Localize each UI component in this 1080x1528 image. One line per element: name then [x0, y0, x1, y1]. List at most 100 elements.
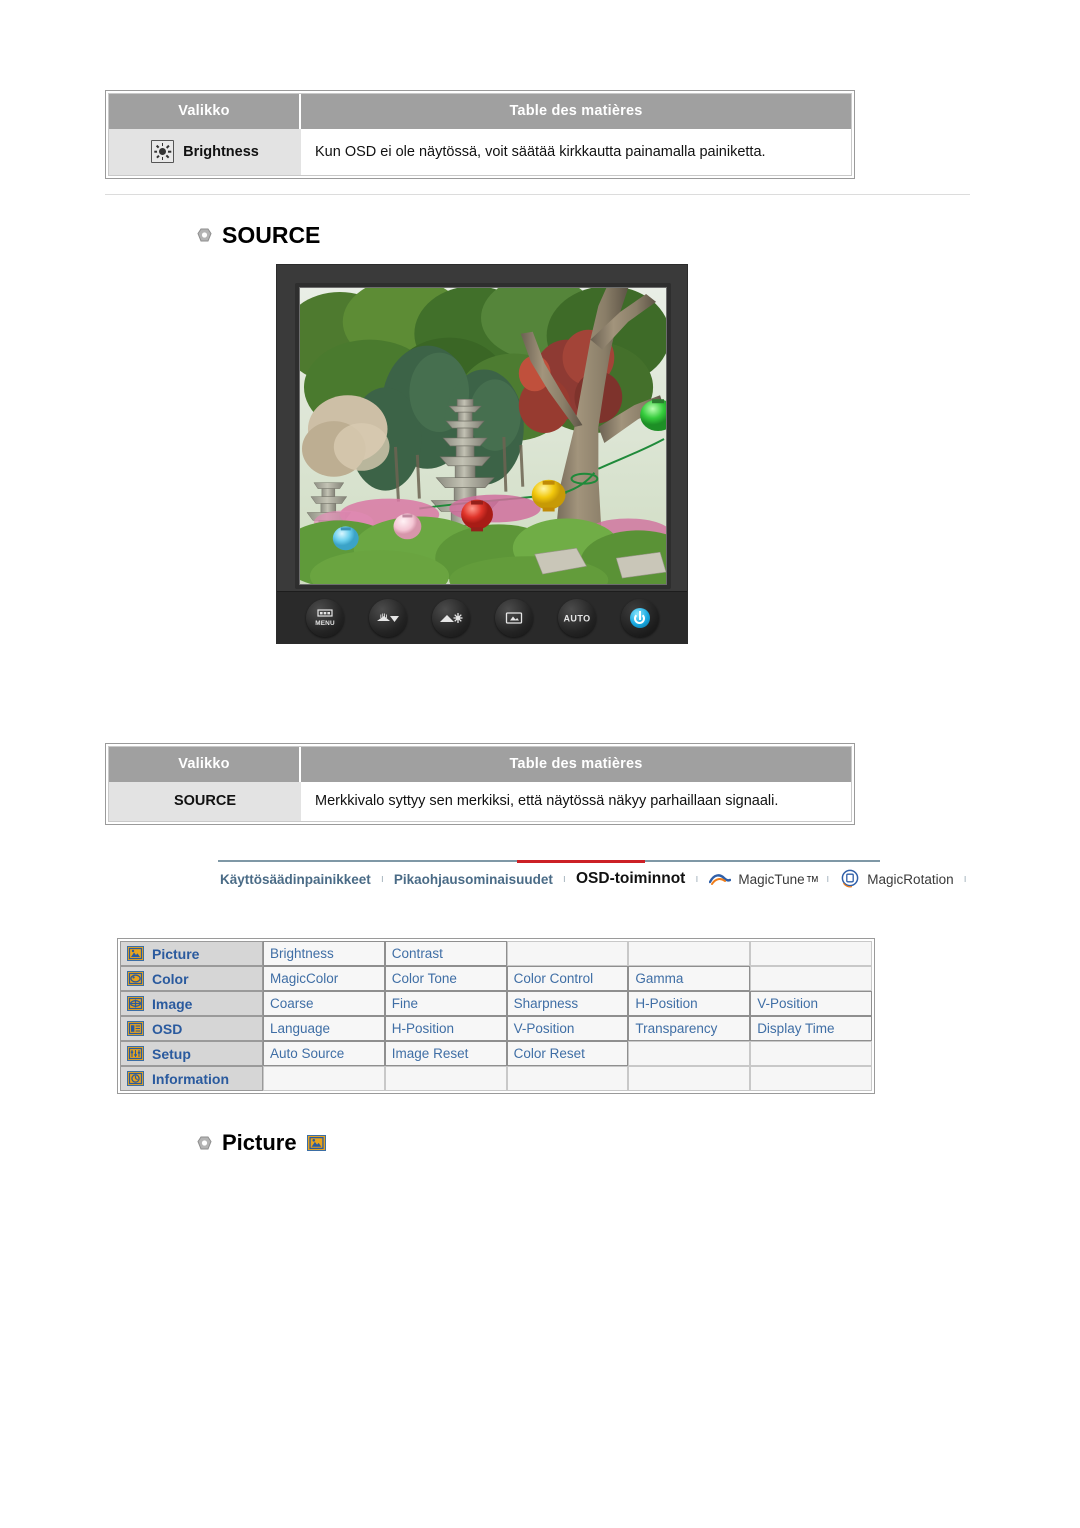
osd-category-osd[interactable]: OSD [120, 1016, 263, 1041]
up-brightness-button[interactable] [431, 598, 470, 637]
table-row: Setup Auto Source Image Reset Color Rese… [120, 1041, 872, 1066]
brightness-description: Kun OSD ei ole näytössä, voit säätää kir… [301, 129, 851, 175]
table-row: Color MagicColor Color Tone Color Contro… [120, 966, 872, 991]
svg-text:AUTO: AUTO [563, 613, 590, 623]
brightness-label: Brightness [183, 143, 259, 160]
section-divider [105, 194, 970, 195]
osd-category-label: Information [152, 1070, 229, 1087]
picture-icon [127, 946, 144, 961]
nav-active-indicator [517, 860, 645, 863]
osd-category-label: Image [152, 995, 193, 1012]
osd-item[interactable]: Color Tone [384, 966, 507, 991]
setup-icon [127, 1046, 144, 1061]
table-row: Brightness Kun OSD ei ole näytössä, voit… [109, 129, 851, 175]
nav-separator: ı [695, 873, 699, 885]
osd-item[interactable]: H-Position [384, 1016, 507, 1041]
osd-item[interactable]: Contrast [384, 941, 507, 966]
osd-item[interactable]: Gamma [628, 966, 751, 991]
picture-heading-text: Picture [222, 1130, 297, 1155]
osd-item[interactable]: H-Position [628, 991, 751, 1016]
osd-item[interactable]: V-Position [506, 1016, 629, 1041]
column-header-menu: Valikko [109, 747, 301, 782]
osd-item[interactable]: V-Position [750, 991, 872, 1016]
source-description: Merkkivalo syttyy sen merkiksi, että näy… [301, 782, 851, 821]
picture-icon [306, 1135, 326, 1151]
osd-category-picture[interactable]: Picture [120, 941, 263, 966]
monitor-bezel [295, 283, 671, 589]
osd-item[interactable]: Fine [384, 991, 507, 1016]
osd-item[interactable]: Transparency [628, 1016, 751, 1041]
table-header-row: Valikko Table des matières [109, 94, 851, 129]
breadcrumb: Käyttösäädinpainikkeet ı Pikaohjausomina… [218, 860, 967, 898]
osd-item [628, 941, 751, 966]
menu-button[interactable]: MENU [305, 598, 344, 637]
picture-heading: Picture [197, 1130, 326, 1156]
nav-separator: ı [562, 873, 566, 885]
osd-category-label: OSD [152, 1020, 183, 1037]
enter-source-button[interactable] [494, 598, 533, 637]
nav-separator: ı [963, 873, 967, 885]
osd-item [506, 941, 629, 966]
monitor-illustration: MENU ıllı [276, 264, 688, 644]
source-heading-text: SOURCE [222, 222, 321, 248]
osd-category-setup[interactable]: Setup [120, 1041, 263, 1066]
power-button[interactable] [620, 598, 659, 637]
source-label: SOURCE [173, 793, 237, 809]
osd-item [750, 1041, 872, 1066]
magicrotation-logo-icon [840, 869, 860, 889]
osd-item[interactable]: Image Reset [384, 1041, 507, 1066]
osd-item[interactable]: Brightness [263, 941, 385, 966]
osd-item[interactable]: Auto Source [263, 1041, 385, 1066]
osd-item [384, 1066, 507, 1091]
magictune-logo-icon [709, 873, 732, 886]
column-header-contents: Table des matières [301, 747, 851, 782]
osd-category-label: Picture [152, 945, 200, 962]
osd-item[interactable]: Display Time [750, 1016, 872, 1041]
auto-button[interactable]: AUTO [557, 598, 596, 637]
osd-item[interactable]: Color Control [506, 966, 629, 991]
osd-item [263, 1066, 385, 1091]
osd-function-table: Picture Brightness Contrast Color MagicC… [117, 938, 875, 1094]
nav-item-control-buttons[interactable]: Käyttösäädinpainikkeet [218, 872, 373, 887]
osd-item [750, 1066, 872, 1091]
brightness-cell: Brightness [109, 129, 301, 175]
table-row: Information [120, 1066, 872, 1091]
osd-item[interactable]: Color Reset [506, 1041, 629, 1066]
nav-item-magictune[interactable]: MagicTune [736, 872, 806, 887]
column-header-contents: Table des matières [301, 94, 851, 129]
osd-category-label: Setup [152, 1045, 191, 1062]
source-heading: SOURCE [197, 222, 320, 249]
nav-item-quick-features[interactable]: Pikaohjausominaisuudet [392, 872, 555, 887]
osd-category-information[interactable]: Information [120, 1066, 263, 1091]
osd-item [750, 966, 872, 991]
brightness-info-table: Valikko Table des matières Brightness Ku… [105, 90, 855, 179]
osd-category-label: Color [152, 970, 189, 987]
source-cell: SOURCE [109, 782, 301, 821]
osd-item[interactable]: Language [263, 1016, 385, 1041]
osd-item[interactable]: Coarse [263, 991, 385, 1016]
osd-item[interactable]: Sharpness [506, 991, 629, 1016]
source-info-table: Valikko Table des matières SOURCE Merkki… [105, 743, 855, 825]
hex-bullet-icon [197, 228, 212, 243]
down-button[interactable]: ıllı [368, 598, 407, 637]
osd-item [628, 1041, 751, 1066]
table-row: SOURCE Merkkivalo syttyy sen merkiksi, e… [109, 782, 851, 821]
osd-category-image[interactable]: Image [120, 991, 263, 1016]
monitor-screen [299, 287, 667, 585]
nav-separator: ı [826, 873, 830, 885]
trademark-mark: TM [806, 874, 819, 884]
monitor-button-panel: MENU ıllı [277, 591, 687, 643]
svg-text:MENU: MENU [315, 620, 335, 627]
osd-item [628, 1066, 751, 1091]
table-row: Picture Brightness Contrast [120, 941, 872, 966]
color-icon [127, 971, 144, 986]
osd-item[interactable]: MagicColor [263, 966, 385, 991]
table-row: Image Coarse Fine Sharpness H-Position V… [120, 991, 872, 1016]
column-header-menu: Valikko [109, 94, 301, 129]
nav-item-magicrotation[interactable]: MagicRotation [865, 872, 955, 887]
nav-item-osd-functions[interactable]: OSD-toiminnot [574, 870, 687, 888]
image-icon [127, 996, 144, 1011]
osd-category-color[interactable]: Color [120, 966, 263, 991]
osd-item [506, 1066, 629, 1091]
nav-separator: ı [380, 873, 384, 885]
